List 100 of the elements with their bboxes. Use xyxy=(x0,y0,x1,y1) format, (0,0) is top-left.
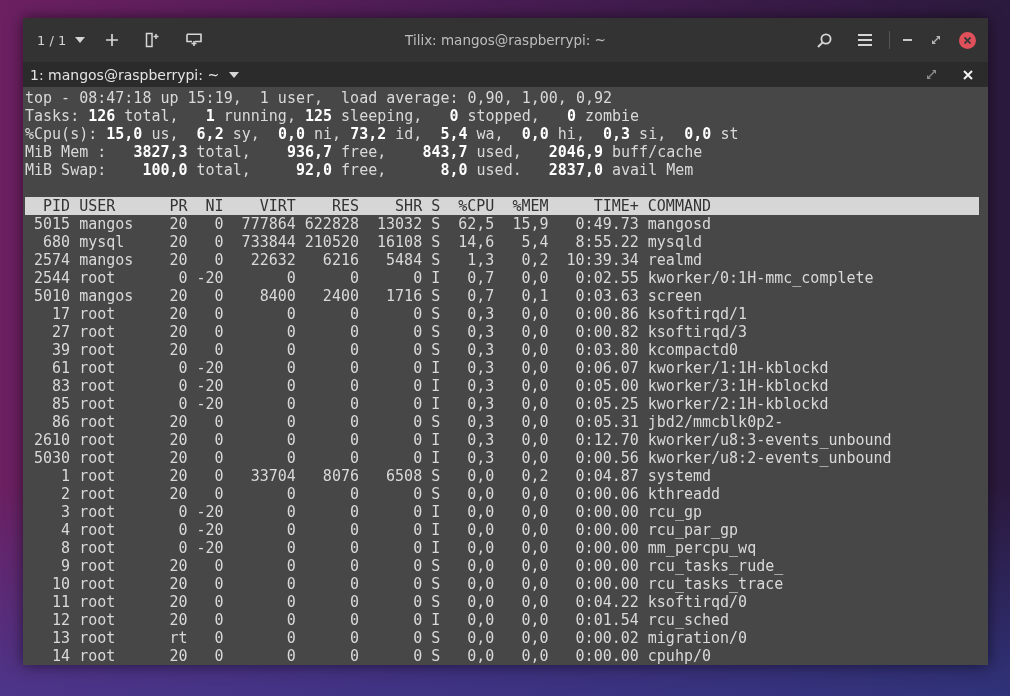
table-cell: 0 xyxy=(413,539,423,557)
table-cell: 0 xyxy=(214,215,224,233)
table-cell: root xyxy=(79,269,116,287)
table-cell: 39 xyxy=(52,341,71,359)
menu-icon[interactable] xyxy=(858,34,872,46)
table-cell: 0:00.00 xyxy=(575,647,639,665)
session-switcher-button[interactable]: 1 / 1 xyxy=(37,32,86,48)
table-cell: 0:00.06 xyxy=(575,485,639,503)
table-cell: S xyxy=(431,341,441,359)
table-cell: 0:00.56 xyxy=(575,449,639,467)
table-cell: 0,0 xyxy=(521,395,549,413)
table-cell: 0,0 xyxy=(467,557,495,575)
table-cell: 0 xyxy=(349,647,359,665)
table-cell: 5010 xyxy=(34,287,71,305)
table-cell: 2 xyxy=(61,485,71,503)
table-cell: 0 xyxy=(349,611,359,629)
table-cell: 0 xyxy=(214,341,224,359)
terminal-title-button[interactable]: 1: mangos@raspberrypi: ~ xyxy=(30,66,240,83)
table-cell: 0:06.07 xyxy=(575,359,639,377)
table-cell: 0,0 xyxy=(521,269,549,287)
table-cell: kworker/0:1H-mmc_complete xyxy=(647,269,874,287)
table-cell: 2400 xyxy=(322,287,359,305)
table-cell: 0 xyxy=(178,359,188,377)
maximize-icon[interactable] xyxy=(932,36,940,44)
table-cell: root xyxy=(79,413,116,431)
table-cell: 0 xyxy=(413,269,423,287)
table-cell: 0 xyxy=(413,611,423,629)
table-cell: 0 xyxy=(349,377,359,395)
table-cell: 0 xyxy=(214,467,224,485)
table-cell: 0,7 xyxy=(467,287,495,305)
table-cell: 0,0 xyxy=(467,485,495,503)
table-cell: -20 xyxy=(196,269,224,287)
table-cell: 0 xyxy=(214,647,224,665)
table-cell: root xyxy=(79,575,116,593)
column-header: SHR xyxy=(395,197,423,215)
table-cell: 0,3 xyxy=(467,305,495,323)
table-cell: 17 xyxy=(52,305,71,323)
table-cell: 3 xyxy=(61,503,71,521)
table-cell: root xyxy=(79,323,116,341)
table-cell: 27 xyxy=(52,323,71,341)
table-cell: 0 xyxy=(413,521,423,539)
table-cell: mangos xyxy=(79,287,134,305)
column-header: PR xyxy=(169,197,188,215)
table-cell: 20 xyxy=(169,557,188,575)
table-cell: 20 xyxy=(169,593,188,611)
table-cell: 10 xyxy=(52,575,71,593)
search-icon[interactable] xyxy=(817,32,832,48)
table-cell: 1 xyxy=(61,467,71,485)
table-cell: 0:02.55 xyxy=(575,269,639,287)
table-cell: I xyxy=(431,503,441,521)
table-cell: 0,0 xyxy=(467,575,495,593)
table-cell: rcu_sched xyxy=(647,611,730,629)
table-cell: 0:00.00 xyxy=(575,557,639,575)
table-cell: root xyxy=(79,485,116,503)
column-header: %MEM xyxy=(512,197,549,215)
table-cell: 86 xyxy=(52,413,71,431)
table-cell: 0:00.86 xyxy=(575,305,639,323)
table-cell: 0:00.00 xyxy=(575,575,639,593)
document-plus-icon[interactable] xyxy=(145,32,160,48)
table-cell: 0,0 xyxy=(521,359,549,377)
table-cell: 733844 xyxy=(241,233,296,251)
table-cell: 13032 xyxy=(377,215,423,233)
table-cell: 0,0 xyxy=(521,629,549,647)
table-cell: rcu_tasks_rude_ xyxy=(647,557,784,575)
table-cell: 1716 xyxy=(386,287,423,305)
table-cell: mysql xyxy=(79,233,125,251)
table-cell: 1,3 xyxy=(467,251,495,269)
table-cell: 622828 xyxy=(304,215,359,233)
table-cell: 0 xyxy=(286,269,296,287)
table-cell: 0 xyxy=(214,593,224,611)
maximize-icon[interactable] xyxy=(927,70,936,79)
plus-icon[interactable] xyxy=(106,34,119,46)
table-cell: rcu_tasks_trace xyxy=(647,575,784,593)
table-cell: 0,0 xyxy=(467,503,495,521)
table-cell: root xyxy=(79,629,116,647)
table-cell: 0,0 xyxy=(521,593,549,611)
close-icon[interactable] xyxy=(963,69,973,80)
table-cell: I xyxy=(431,377,441,395)
table-cell: 0,3 xyxy=(467,395,495,413)
table-cell: S xyxy=(431,251,441,269)
table-cell: 0:00.02 xyxy=(575,629,639,647)
table-cell: 20 xyxy=(169,323,188,341)
table-cell: 0:03.63 xyxy=(575,287,639,305)
table-cell: 0:49.73 xyxy=(575,215,639,233)
table-cell: 0:00.00 xyxy=(575,521,639,539)
table-cell: -20 xyxy=(196,503,224,521)
table-cell: S xyxy=(431,233,441,251)
window-plus-icon[interactable] xyxy=(186,33,203,47)
table-cell: 0 xyxy=(214,413,224,431)
table-cell: 0 xyxy=(178,269,188,287)
table-cell: 0 xyxy=(413,431,423,449)
table-cell: 8076 xyxy=(322,467,359,485)
table-cell: rcu_par_gp xyxy=(647,521,739,539)
table-cell: -20 xyxy=(196,377,224,395)
window-title: Tilix: mangos@raspberrypi: ~ xyxy=(405,32,606,48)
table-cell: 0:04.87 xyxy=(575,467,639,485)
table-cell: S xyxy=(431,323,441,341)
column-header: S xyxy=(431,197,441,215)
table-cell: 20 xyxy=(169,431,188,449)
table-cell: S xyxy=(431,215,441,233)
